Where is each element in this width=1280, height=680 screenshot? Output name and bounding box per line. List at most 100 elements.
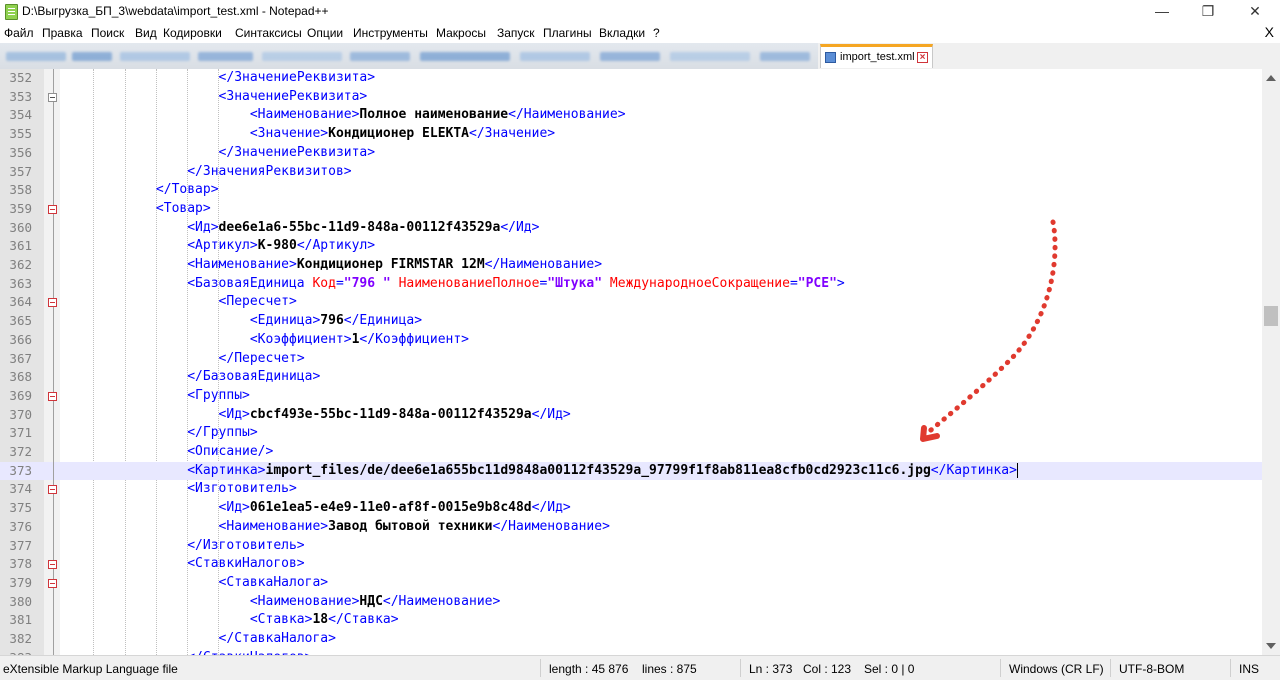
code-line[interactable]: 362 <Наименование>Кондиционер FIRMSTAR 1… — [0, 256, 1262, 275]
code-line[interactable]: 366 <Коэффициент>1</Коэффициент> — [0, 331, 1262, 350]
xml-tag: </Ид> — [531, 406, 571, 422]
xml-tag: <СтавкиНалогов> — [187, 556, 305, 572]
code-text: <Изготовитель> — [62, 480, 297, 499]
tab-import-test-xml[interactable]: import_test.xml × — [820, 44, 933, 68]
code-line[interactable]: 354 <Наименование>Полное наименование</Н… — [0, 106, 1262, 125]
xml-tag: <Ид> — [218, 500, 250, 516]
code-line[interactable]: 357 </ЗначенияРеквизитов> — [0, 163, 1262, 182]
code-line[interactable]: 380 <Наименование>НДС</Наименование> — [0, 593, 1262, 612]
scroll-thumb[interactable] — [1264, 306, 1278, 326]
xml-attribute: МеждународноеСокращение — [602, 275, 790, 291]
code-line[interactable]: 378 <СтавкиНалогов> — [0, 555, 1262, 574]
code-line[interactable]: 374 <Изготовитель> — [0, 480, 1262, 499]
line-number: 352 — [9, 70, 32, 85]
fold-toggle-icon[interactable] — [48, 560, 57, 570]
xml-content: Кондиционер FIRMSTAR 12М — [296, 257, 485, 272]
code-line[interactable]: 382 </СтавкаНалога> — [0, 630, 1262, 649]
xml-tag: </ЗначениеРеквизита> — [218, 144, 376, 160]
code-line[interactable]: 361 <Артикул>К-980</Артикул> — [0, 237, 1262, 256]
code-text: <Наименование>НДС</Наименование> — [62, 593, 500, 612]
code-line[interactable]: 375 <Ид>061e1ea5-e4e9-11e0-af8f-0015e9b8… — [0, 499, 1262, 518]
title-bar: D:\Выгрузка_БП_3\webdata\import_test.xml… — [0, 0, 1280, 23]
status-encoding[interactable]: UTF-8-BOM — [1119, 662, 1184, 676]
code-line[interactable]: 372 <Описание/> — [0, 443, 1262, 462]
toolbar-blurred — [0, 43, 818, 69]
xml-tag: = — [335, 275, 344, 291]
xml-content: import_files/de/dee6e1a655bc11d9848a0011… — [265, 462, 931, 478]
xml-tag: </Ид> — [500, 219, 540, 235]
menu-language[interactable]: Синтаксисы — [235, 26, 302, 40]
fold-toggle-icon[interactable] — [48, 204, 57, 214]
line-number: 365 — [9, 313, 32, 329]
menu-view[interactable]: Вид — [135, 26, 157, 40]
status-file-type: eXtensible Markup Language file — [3, 662, 178, 676]
code-line[interactable]: 368 </БазоваяЕдиница> — [0, 368, 1262, 387]
line-number: 356 — [9, 144, 32, 160]
code-line[interactable]: 379 <СтавкаНалога> — [0, 574, 1262, 593]
menu-file[interactable]: Файл — [4, 26, 34, 40]
fold-toggle-icon[interactable] — [48, 298, 57, 308]
scroll-up-icon[interactable] — [1266, 75, 1276, 81]
menu-encoding[interactable]: Кодировки — [163, 26, 222, 40]
xml-tag: </Картинка> — [930, 462, 1017, 478]
fold-toggle-icon[interactable] — [48, 485, 57, 495]
menu-window[interactable]: Вкладки — [599, 26, 645, 40]
status-insert-mode[interactable]: INS — [1239, 662, 1259, 676]
close-window-button[interactable]: ✕ — [1232, 0, 1278, 23]
code-text: <Ид>061e1ea5-e4e9-11e0-af8f-0015e9b8c48d… — [62, 499, 571, 518]
xml-tag: <Наименование> — [249, 107, 360, 123]
menu-search[interactable]: Поиск — [91, 26, 124, 40]
menu-macro[interactable]: Макросы — [436, 26, 486, 40]
xml-attribute: НаименованиеПолное — [390, 275, 540, 291]
fold-toggle-icon[interactable] — [48, 92, 57, 102]
code-line[interactable]: 381 <Ставка>18</Ставка> — [0, 611, 1262, 630]
code-line[interactable]: 364 <Пересчет> — [0, 293, 1262, 312]
code-line[interactable]: 365 <Единица>796</Единица> — [0, 312, 1262, 331]
xml-tag: </БазоваяЕдиница> — [187, 369, 321, 385]
code-line[interactable]: 370 <Ид>cbcf493e-55bc-11d9-848a-00112f43… — [0, 406, 1262, 425]
menu-settings[interactable]: Опции — [307, 26, 343, 40]
line-number: 354 — [9, 107, 32, 123]
status-eol[interactable]: Windows (CR LF) — [1009, 662, 1104, 676]
fold-toggle-icon[interactable] — [48, 391, 57, 401]
scroll-down-icon[interactable] — [1266, 643, 1276, 649]
fold-toggle-icon[interactable] — [48, 578, 57, 588]
code-line[interactable]: 371 </Группы> — [0, 424, 1262, 443]
xml-tag: </Артикул> — [296, 238, 376, 254]
code-editor[interactable]: 352 </ЗначениеРеквизита> 353 <ЗначениеРек… — [0, 69, 1262, 655]
maximize-button[interactable]: ❐ — [1185, 0, 1231, 23]
line-number: 361 — [9, 238, 32, 254]
code-line[interactable]: 363 <БазоваяЕдиница Код="796 " Наименова… — [0, 275, 1262, 294]
menu-edit[interactable]: Правка — [42, 26, 83, 40]
minimize-button[interactable]: — — [1139, 0, 1185, 23]
close-document-button[interactable]: X — [1265, 24, 1274, 40]
code-line[interactable]: 376 <Наименование>Завод бытовой техники<… — [0, 518, 1262, 537]
code-text: <БазоваяЕдиница Код="796 " НаименованиеП… — [62, 275, 845, 294]
line-number: 353 — [9, 88, 32, 104]
code-line[interactable]: 352 </ЗначениеРеквизита> — [0, 69, 1262, 88]
menu-run[interactable]: Запуск — [497, 26, 535, 40]
code-line[interactable]: 353 <ЗначениеРеквизита> — [0, 88, 1262, 107]
code-line[interactable]: 377 </Изготовитель> — [0, 537, 1262, 556]
vertical-scrollbar[interactable] — [1262, 69, 1280, 655]
xml-tag: <Наименование> — [249, 593, 360, 609]
active-code-line[interactable]: 373 <Картинка>import_files/de/dee6e1a655… — [0, 461, 1262, 481]
line-number: 382 — [9, 631, 32, 646]
code-text: <Единица>796</Единица> — [62, 312, 422, 331]
menu-plugins[interactable]: Плагины — [543, 26, 592, 40]
xml-content: Кондиционер ELEKTA — [328, 126, 470, 142]
xml-tag: </Товар> — [155, 182, 219, 198]
menu-tools[interactable]: Инструменты — [353, 26, 428, 40]
xml-tag: <Ид> — [218, 406, 250, 422]
menu-help[interactable]: ? — [653, 26, 660, 40]
code-line[interactable]: 369 <Группы> — [0, 387, 1262, 406]
code-line[interactable]: 359 <Товар> — [0, 200, 1262, 219]
code-line[interactable]: 355 <Значение>Кондиционер ELEKTA</Значен… — [0, 125, 1262, 144]
code-line[interactable]: 367 </Пересчет> — [0, 350, 1262, 369]
code-line[interactable]: 356 </ЗначениеРеквизита> — [0, 144, 1262, 163]
tab-close-icon[interactable]: × — [917, 52, 928, 63]
code-line[interactable]: 360 <Ид>dee6e1a6-55bc-11d9-848a-00112f43… — [0, 219, 1262, 238]
xml-content: Завод бытовой техники — [328, 518, 493, 534]
code-text: <Группы> — [62, 387, 250, 406]
code-line[interactable]: 358 </Товар> — [0, 181, 1262, 200]
